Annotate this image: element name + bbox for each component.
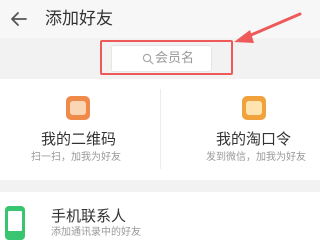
phone-icon: [5, 206, 25, 240]
phone-contacts-subtitle: 添加通讯录中的好友: [51, 227, 141, 238]
card-divider: [160, 89, 161, 169]
page-title: 添加好友: [45, 9, 113, 29]
taokouling-icon: [242, 96, 266, 120]
qr-code-icon: [66, 96, 90, 120]
annotation-arrow-icon: [234, 12, 302, 43]
taokouling-title: 我的淘口令: [216, 130, 292, 148]
share-cards: 我的二维码 扫一扫，加我为好友 我的淘口令 发到微信，加我为好友: [0, 79, 320, 180]
back-arrow-icon: [11, 12, 27, 26]
back-button[interactable]: [8, 8, 30, 30]
phone-contacts-item[interactable]: 手机联系人 添加通讯录中的好友: [0, 192, 320, 240]
qr-code-subtitle: 扫一扫，加我为好友: [31, 152, 121, 163]
qr-code-title: 我的二维码: [41, 130, 117, 148]
annotation-highlight: [100, 40, 233, 75]
phone-contacts-title: 手机联系人: [51, 207, 127, 225]
taokouling-subtitle: 发到微信，加我为好友: [206, 152, 306, 163]
